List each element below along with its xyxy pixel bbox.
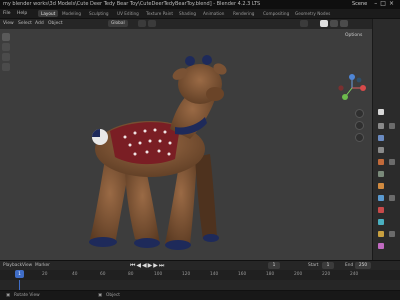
- tab-compositing[interactable]: Compositing: [263, 11, 289, 16]
- status-bar: ▣ Rotate View ▣ Object: [0, 290, 400, 300]
- ruler-tick: 60: [100, 272, 106, 277]
- start-label: Start: [308, 263, 319, 268]
- object-properties-icon[interactable]: [378, 183, 384, 189]
- start-frame-field[interactable]: 1: [322, 262, 334, 269]
- transform-orientation-dropdown[interactable]: Global: [108, 20, 128, 27]
- current-frame-field[interactable]: 1: [268, 262, 280, 269]
- shading-material-icon[interactable]: [330, 20, 338, 27]
- shading-solid-icon[interactable]: [320, 20, 328, 27]
- timeline-ruler[interactable]: 20 40 60 80 100 120 140 160 180 200 220 …: [0, 270, 400, 280]
- ruler-tick: 120: [182, 272, 191, 277]
- shading-rendered-icon[interactable]: [340, 20, 348, 27]
- window-titlebar: my blender works\3d Models\Cute Deer Ted…: [0, 0, 400, 9]
- snap-icon[interactable]: [138, 20, 146, 27]
- menu-view[interactable]: View: [3, 21, 14, 26]
- ruler-tick: 160: [238, 272, 247, 277]
- status-object: Object: [106, 293, 120, 298]
- timeline-menu-marker[interactable]: Marker: [35, 263, 50, 268]
- tab-sculpting[interactable]: Sculpting: [89, 11, 109, 16]
- menu-select[interactable]: Select: [18, 21, 32, 26]
- tool-properties-icon[interactable]: [378, 109, 384, 115]
- panel-toggle-icon[interactable]: [389, 123, 395, 129]
- world-properties-icon[interactable]: [378, 171, 384, 177]
- cursor-icon[interactable]: [2, 33, 10, 41]
- timeline-track[interactable]: [0, 280, 400, 290]
- status-rotate-view: Rotate View: [14, 293, 40, 298]
- properties-editor: [372, 19, 400, 260]
- maximize-icon[interactable]: □: [380, 0, 389, 7]
- tab-texture-paint[interactable]: Texture Paint: [146, 11, 173, 16]
- zoom-icon[interactable]: [355, 121, 364, 130]
- close-icon[interactable]: ×: [389, 0, 397, 7]
- window-title: my blender works\3d Models\Cute Deer Ted…: [3, 1, 261, 7]
- render-properties-icon[interactable]: [378, 123, 384, 129]
- tab-animation[interactable]: Animation: [203, 11, 224, 16]
- particle-properties-icon[interactable]: [378, 207, 384, 213]
- mouse-hint-icon: ▣: [98, 293, 103, 298]
- tab-rendering[interactable]: Rendering: [233, 11, 254, 16]
- ruler-tick: 140: [210, 272, 219, 277]
- tab-geometry-nodes[interactable]: Geometry Nodes: [295, 11, 330, 16]
- viewport-header: View Select Add Object Global: [0, 19, 372, 29]
- 3d-viewport[interactable]: Options: [0, 29, 372, 260]
- ruler-tick: 100: [154, 272, 163, 277]
- tab-layout[interactable]: Layout: [38, 10, 59, 17]
- tool-shelf: [2, 33, 11, 71]
- panel-toggle-icon[interactable]: [389, 159, 395, 165]
- material-properties-icon[interactable]: [378, 243, 384, 249]
- panel-toggle-icon[interactable]: [389, 195, 395, 201]
- tab-uv-editing[interactable]: UV Editing: [117, 11, 139, 16]
- panel-toggle-icon[interactable]: [389, 231, 395, 237]
- ruler-tick: 40: [72, 272, 78, 277]
- view-layer-properties-icon[interactable]: [378, 147, 384, 153]
- menu-bar: File Help Layout Modeling Sculpting UV E…: [0, 9, 400, 19]
- modifier-properties-icon[interactable]: [378, 195, 384, 201]
- hand-icon[interactable]: [355, 109, 364, 118]
- ruler-tick: 180: [266, 272, 275, 277]
- deer-toy-model[interactable]: [75, 39, 235, 259]
- playhead-line: [19, 280, 20, 290]
- options-dropdown[interactable]: Options: [345, 33, 362, 38]
- scene-selector[interactable]: Scene: [352, 1, 367, 7]
- ruler-tick: 20: [42, 272, 48, 277]
- tab-shading[interactable]: Shading: [179, 11, 196, 16]
- camera-icon[interactable]: [355, 133, 364, 142]
- output-properties-icon[interactable]: [378, 135, 384, 141]
- timeline-menu-playback[interactable]: Playback: [3, 263, 22, 268]
- menu-file[interactable]: File: [3, 11, 11, 16]
- end-label: End: [345, 263, 354, 268]
- rotate-icon[interactable]: [2, 53, 10, 61]
- playhead[interactable]: 1: [15, 270, 24, 278]
- ruler-tick: 240: [350, 272, 359, 277]
- menu-help[interactable]: Help: [17, 11, 27, 16]
- physics-properties-icon[interactable]: [378, 219, 384, 225]
- menu-object[interactable]: Object: [48, 21, 63, 26]
- ruler-tick: 80: [128, 272, 134, 277]
- tab-modeling[interactable]: Modeling: [62, 11, 81, 16]
- playback-controls[interactable]: ⏮◀◀▶▶⏭: [130, 262, 165, 270]
- timeline-menu-view[interactable]: View: [22, 263, 32, 268]
- constraint-properties-icon[interactable]: [378, 231, 384, 237]
- ruler-tick: 220: [322, 272, 331, 277]
- proportional-edit-icon[interactable]: [148, 20, 156, 27]
- gizmo-icon[interactable]: [337, 73, 367, 103]
- ruler-tick: 200: [294, 272, 303, 277]
- overlay-icon[interactable]: [300, 20, 308, 27]
- scale-icon[interactable]: [2, 63, 10, 71]
- end-frame-field[interactable]: 250: [355, 262, 371, 269]
- window-controls[interactable]: –□×: [374, 0, 397, 7]
- move-icon[interactable]: [2, 43, 10, 51]
- menu-add[interactable]: Add: [35, 21, 44, 26]
- timeline-header: Playback View Marker ⏮◀◀▶▶⏭ 1 Start 1 En…: [0, 260, 400, 270]
- mouse-hint-icon: ▣: [6, 293, 11, 298]
- scene-properties-icon[interactable]: [378, 159, 384, 165]
